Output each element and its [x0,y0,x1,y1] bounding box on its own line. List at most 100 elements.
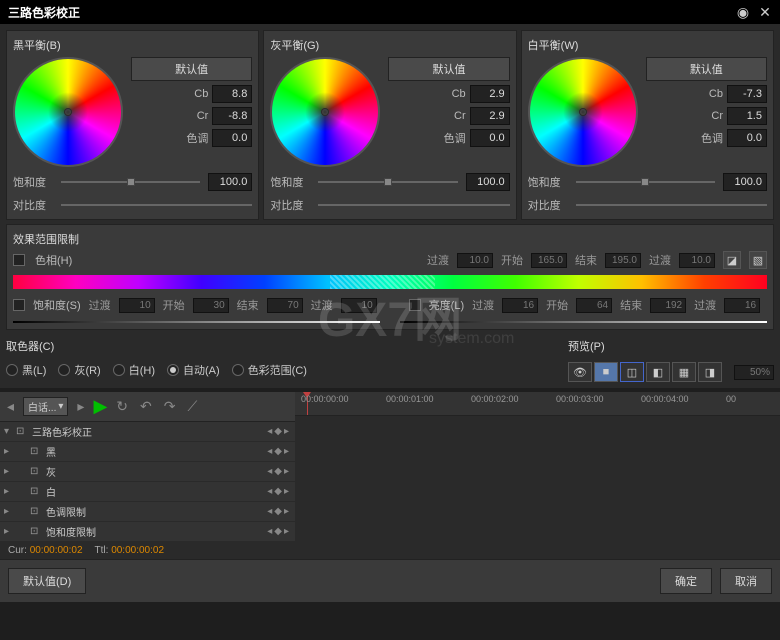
play-icon[interactable]: ▶ [93,396,107,417]
help-icon[interactable]: ◉ [736,5,750,19]
link-icon[interactable]: ⊡ [30,466,46,477]
preview-alt-icon[interactable]: ◨ [698,362,722,382]
sat-value[interactable]: 100.0 [723,173,767,191]
default-button[interactable]: 默认值 [388,57,509,81]
start-value[interactable]: 165.0 [531,253,567,268]
close-icon[interactable]: ✕ [758,5,772,19]
hue-value[interactable]: 0.0 [212,129,252,147]
expand-icon[interactable]: ▾ [4,426,16,437]
sat-trans1[interactable]: 10 [119,298,155,313]
lum-end[interactable]: 192 [650,298,686,313]
hue-value[interactable]: 0.0 [727,129,767,147]
preview-eye-icon[interactable]: 👁 [568,362,592,382]
keyframe-nav[interactable]: ◂◆▸ [267,526,291,537]
cr-value[interactable]: -8.8 [212,107,252,125]
track-row[interactable]: ▸ ⊡ 灰 ◂◆▸ [0,462,295,482]
track-row[interactable]: ▸ ⊡ 黑 ◂◆▸ [0,442,295,462]
loop-icon[interactable]: ↻ [113,398,131,415]
picker-range-radio[interactable] [232,364,244,376]
saturation-slider[interactable] [576,181,715,183]
color-wheel[interactable] [528,57,638,167]
link-icon[interactable]: ⊡ [30,526,46,537]
hue-strip[interactable] [13,275,767,289]
expand-icon[interactable]: ▸ [4,486,16,497]
picker-black-radio[interactable] [6,364,18,376]
default-button[interactable]: 默认值 [131,57,252,81]
contrast-slider[interactable] [576,204,767,206]
saturation-slider[interactable] [61,181,200,183]
preview-percent[interactable]: 50% [734,365,774,380]
lum-checkbox[interactable] [409,299,421,311]
link-icon[interactable]: ⊡ [30,506,46,517]
picker-white-radio[interactable] [113,364,125,376]
expand-icon[interactable]: ▸ [4,466,16,477]
lum-start[interactable]: 64 [576,298,612,313]
transition1-value[interactable]: 10.0 [457,253,493,268]
sat-start[interactable]: 30 [193,298,229,313]
keyframe-nav[interactable]: ◂◆▸ [267,426,291,437]
track-row[interactable]: ▸ ⊡ 饱和度限制 ◂◆▸ [0,522,295,542]
ok-button[interactable]: 确定 [660,568,712,594]
cr-value[interactable]: 1.5 [727,107,767,125]
picker-auto-radio[interactable] [167,364,179,376]
link-icon[interactable]: ⊡ [16,426,32,437]
lum-trans1[interactable]: 16 [502,298,538,313]
sat-value[interactable]: 100.0 [208,173,252,191]
prev-track-icon[interactable]: ◂ [4,398,17,415]
lum-trans2[interactable]: 16 [724,298,760,313]
picker-gray-radio[interactable] [58,364,70,376]
track-row[interactable]: ▾ ⊡ 三路色彩校正 ◂◆▸ [0,422,295,442]
transition2-value[interactable]: 10.0 [679,253,715,268]
timeline-canvas[interactable] [295,416,780,526]
undo-icon[interactable]: ↶ [137,398,155,415]
preview-full-icon[interactable]: ■ [594,362,618,382]
redo-icon[interactable]: ↷ [161,398,179,415]
expand-icon[interactable]: ▸ [4,446,16,457]
sat-gradient[interactable] [13,321,380,323]
hue-value[interactable]: 0.0 [470,129,510,147]
graph-icon[interactable]: ⟋ [184,398,200,415]
preview-split-h-icon[interactable]: ◧ [646,362,670,382]
default-button[interactable]: 默认值(D) [8,568,86,594]
expand-icon[interactable]: ▸ [4,526,16,537]
keyframe-nav[interactable]: ◂◆▸ [267,466,291,477]
picker-title: 取色器(C) [6,338,548,354]
time-ruler[interactable]: 00:00:00:0000:00:01:0000:00:02:0000:00:0… [295,392,780,416]
transition-label-2: 过渡 [649,252,671,268]
lum-gradient[interactable] [400,321,767,323]
preview-title: 预览(P) [568,338,774,354]
expand-icon[interactable]: ▸ [4,506,16,517]
sat-end[interactable]: 70 [267,298,303,313]
balance-title: 灰平衡(G) [270,37,509,53]
cb-value[interactable]: 8.8 [212,85,252,103]
color-wheel[interactable] [13,57,123,167]
cb-value[interactable]: -7.3 [727,85,767,103]
default-button[interactable]: 默认值 [646,57,767,81]
sat-limit-label: 饱和度(S) [33,297,81,313]
sat-checkbox[interactable] [13,299,25,311]
preview-quad-icon[interactable]: ▦ [672,362,696,382]
end-value[interactable]: 195.0 [605,253,641,268]
track-row[interactable]: ▸ ⊡ 白 ◂◆▸ [0,482,295,502]
curve-icon[interactable]: ▧ [749,251,767,269]
cancel-button[interactable]: 取消 [720,568,772,594]
histogram-icon[interactable]: ◪ [723,251,741,269]
keyframe-nav[interactable]: ◂◆▸ [267,506,291,517]
keyframe-nav[interactable]: ◂◆▸ [267,446,291,457]
track-row[interactable]: ▸ ⊡ 色调限制 ◂◆▸ [0,502,295,522]
link-icon[interactable]: ⊡ [30,486,46,497]
color-wheel[interactable] [270,57,380,167]
hue-checkbox[interactable] [13,254,25,266]
contrast-slider[interactable] [318,204,509,206]
saturation-slider[interactable] [318,181,457,183]
contrast-slider[interactable] [61,204,252,206]
track-dropdown[interactable]: 白话... ▾ [23,397,68,416]
link-icon[interactable]: ⊡ [30,446,46,457]
keyframe-nav[interactable]: ◂◆▸ [267,486,291,497]
next-track-icon[interactable]: ▸ [74,398,87,415]
cb-value[interactable]: 2.9 [470,85,510,103]
preview-split-v-icon[interactable]: ◫ [620,362,644,382]
sat-trans2[interactable]: 10 [341,298,377,313]
sat-value[interactable]: 100.0 [466,173,510,191]
cr-value[interactable]: 2.9 [470,107,510,125]
